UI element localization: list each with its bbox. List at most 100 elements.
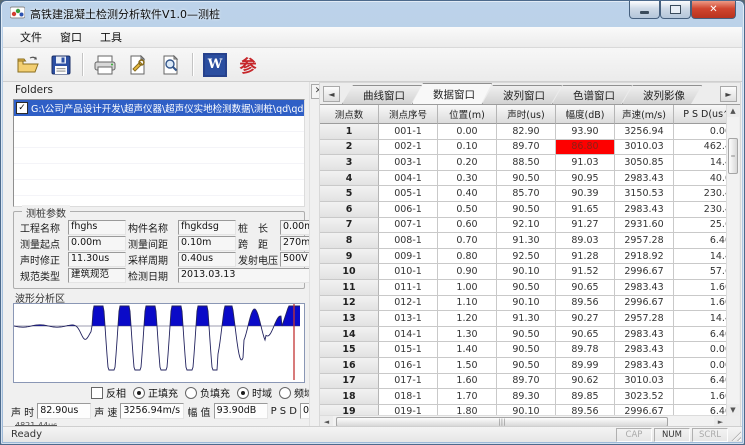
table-cell[interactable]: 90.50 [497,280,556,296]
row-header-cell[interactable]: 15 [320,342,379,358]
table-cell[interactable]: 2918.92 [615,249,674,265]
table-cell[interactable]: 0.70 [438,233,497,249]
table-cell[interactable]: 002-1 [379,140,438,156]
print-preview-button[interactable] [156,51,186,79]
row-header-cell[interactable]: 7 [320,218,379,234]
table-cell[interactable]: 93.90 [556,124,615,140]
table-cell[interactable]: 0.30 [438,171,497,187]
row-header-cell[interactable]: 16 [320,358,379,374]
table-cell[interactable]: 89.30 [497,389,556,405]
row-header-cell[interactable]: 13 [320,311,379,327]
table-cell[interactable]: 2983.43 [615,342,674,358]
table-row[interactable]: 8008-10.7091.3089.032957.286.40 [320,233,726,249]
table-cell[interactable]: 018-1 [379,389,438,405]
print-setup-button[interactable] [123,51,153,79]
table-cell[interactable]: 3010.03 [615,140,674,156]
tab-1[interactable]: 数据窗口 [412,83,492,104]
table-cell[interactable]: 25.6 [674,218,726,234]
tab-3[interactable]: 色谱窗口 [552,85,632,104]
table-cell[interactable]: 0.80 [438,249,497,265]
table-cell[interactable]: 004-1 [379,171,438,187]
table-cell[interactable]: 90.39 [556,186,615,202]
table-cell[interactable]: 1.50 [438,358,497,374]
invert-checkbox[interactable]: 反相 [91,385,126,400]
table-cell[interactable]: 3023.52 [615,389,674,405]
table-cell[interactable]: 90.27 [556,311,615,327]
row-header-cell[interactable]: 18 [320,389,379,405]
row-header-cell[interactable]: 14 [320,327,379,343]
readout-field[interactable]: 3256.94m/s [120,403,184,419]
readout-field[interactable]: 93.90dB [214,403,268,419]
table-row[interactable]: 1001-10.0082.9093.903256.940.00 [320,124,726,140]
table-cell[interactable]: 008-1 [379,233,438,249]
table-cell[interactable]: 0.60 [438,218,497,234]
table-cell[interactable]: 91.30 [497,311,556,327]
table-cell[interactable]: 003-1 [379,155,438,171]
row-header-cell[interactable]: 9 [320,249,379,265]
table-cell[interactable]: 92.50 [497,249,556,265]
table-cell[interactable]: 14.4 [674,249,726,265]
table-row[interactable]: 10010-10.9090.1091.522996.6757.6 [320,264,726,280]
table-cell[interactable]: 91.03 [556,155,615,171]
scroll-up-icon[interactable]: ▲ [727,105,739,117]
table-row[interactable]: 4004-10.3090.5090.952983.4340.0 [320,171,726,187]
table-cell[interactable]: 89.70 [497,374,556,390]
table-cell[interactable]: 90.50 [497,202,556,218]
table-cell[interactable]: 57.6 [674,264,726,280]
scroll-down-icon[interactable]: ▼ [727,404,739,416]
table-cell[interactable]: 0.50 [438,202,497,218]
table-cell[interactable]: 14.4 [674,155,726,171]
table-cell[interactable]: 1.10 [438,296,497,312]
table-cell[interactable]: 3050.85 [615,155,674,171]
parameters-button[interactable]: 参 [233,51,263,79]
table-cell[interactable]: 91.65 [556,202,615,218]
table-cell[interactable]: 015-1 [379,342,438,358]
resize-grip-icon[interactable] [729,429,741,441]
open-file-button[interactable] [13,51,43,79]
table-cell[interactable]: 012-1 [379,296,438,312]
table-header-cell[interactable]: P S D(us^ [674,105,726,124]
table-cell[interactable]: 1.20 [438,311,497,327]
menu-item-1[interactable]: 窗口 [51,27,91,47]
row-header-cell[interactable]: 10 [320,264,379,280]
table-cell[interactable]: 0.40 [438,186,497,202]
table-cell[interactable]: 2996.67 [615,264,674,280]
table-row[interactable]: 15015-11.4090.5089.782983.430.00 [320,342,726,358]
table-cell[interactable]: 009-1 [379,249,438,265]
table-header-cell[interactable]: 声时(us) [497,105,556,124]
table-cell[interactable]: 0.90 [438,264,497,280]
table-cell[interactable]: 89.70 [497,140,556,156]
param-field[interactable]: 0.00m [68,236,126,251]
table-cell[interactable]: 3010.03 [615,374,674,390]
table-cell[interactable]: 1.30 [438,327,497,343]
titlebar[interactable]: 高铁建混凝土检测分析软件V1.0—测桩 ✕ [1,1,744,27]
table-cell[interactable]: 90.50 [497,327,556,343]
close-button[interactable]: ✕ [691,1,736,19]
row-header-cell[interactable]: 6 [320,202,379,218]
table-cell[interactable]: 230.4 [674,186,726,202]
table-cell[interactable]: 0.10 [438,140,497,156]
param-field[interactable]: 11.30us [68,252,126,267]
table-cell[interactable]: 89.85 [556,389,615,405]
table-cell[interactable]: 0.00 [674,358,726,374]
table-cell[interactable]: 014-1 [379,327,438,343]
positive-fill-radio[interactable]: 正填充 [133,385,178,400]
table-cell[interactable]: 91.30 [497,233,556,249]
table-cell[interactable]: 6.40 [674,327,726,343]
time-domain-radio[interactable]: 时域 [237,385,272,400]
table-cell[interactable]: 90.50 [497,342,556,358]
row-header-cell[interactable]: 8 [320,233,379,249]
table-cell[interactable]: 1.40 [438,342,497,358]
checkbox-checked-icon[interactable]: ✓ [16,102,28,114]
row-header-cell[interactable]: 4 [320,171,379,187]
table-cell[interactable]: 017-1 [379,374,438,390]
row-header-cell[interactable]: 2 [320,140,379,156]
table-cell[interactable]: 0.00 [438,124,497,140]
table-cell[interactable]: 91.52 [556,264,615,280]
table-cell[interactable]: 85.70 [497,186,556,202]
negative-fill-radio[interactable]: 负填充 [185,385,230,400]
param-field[interactable]: 0.40us [178,252,236,267]
table-cell[interactable]: 2983.43 [615,280,674,296]
table-cell[interactable]: 2957.28 [615,311,674,327]
menu-item-0[interactable]: 文件 [11,27,51,47]
